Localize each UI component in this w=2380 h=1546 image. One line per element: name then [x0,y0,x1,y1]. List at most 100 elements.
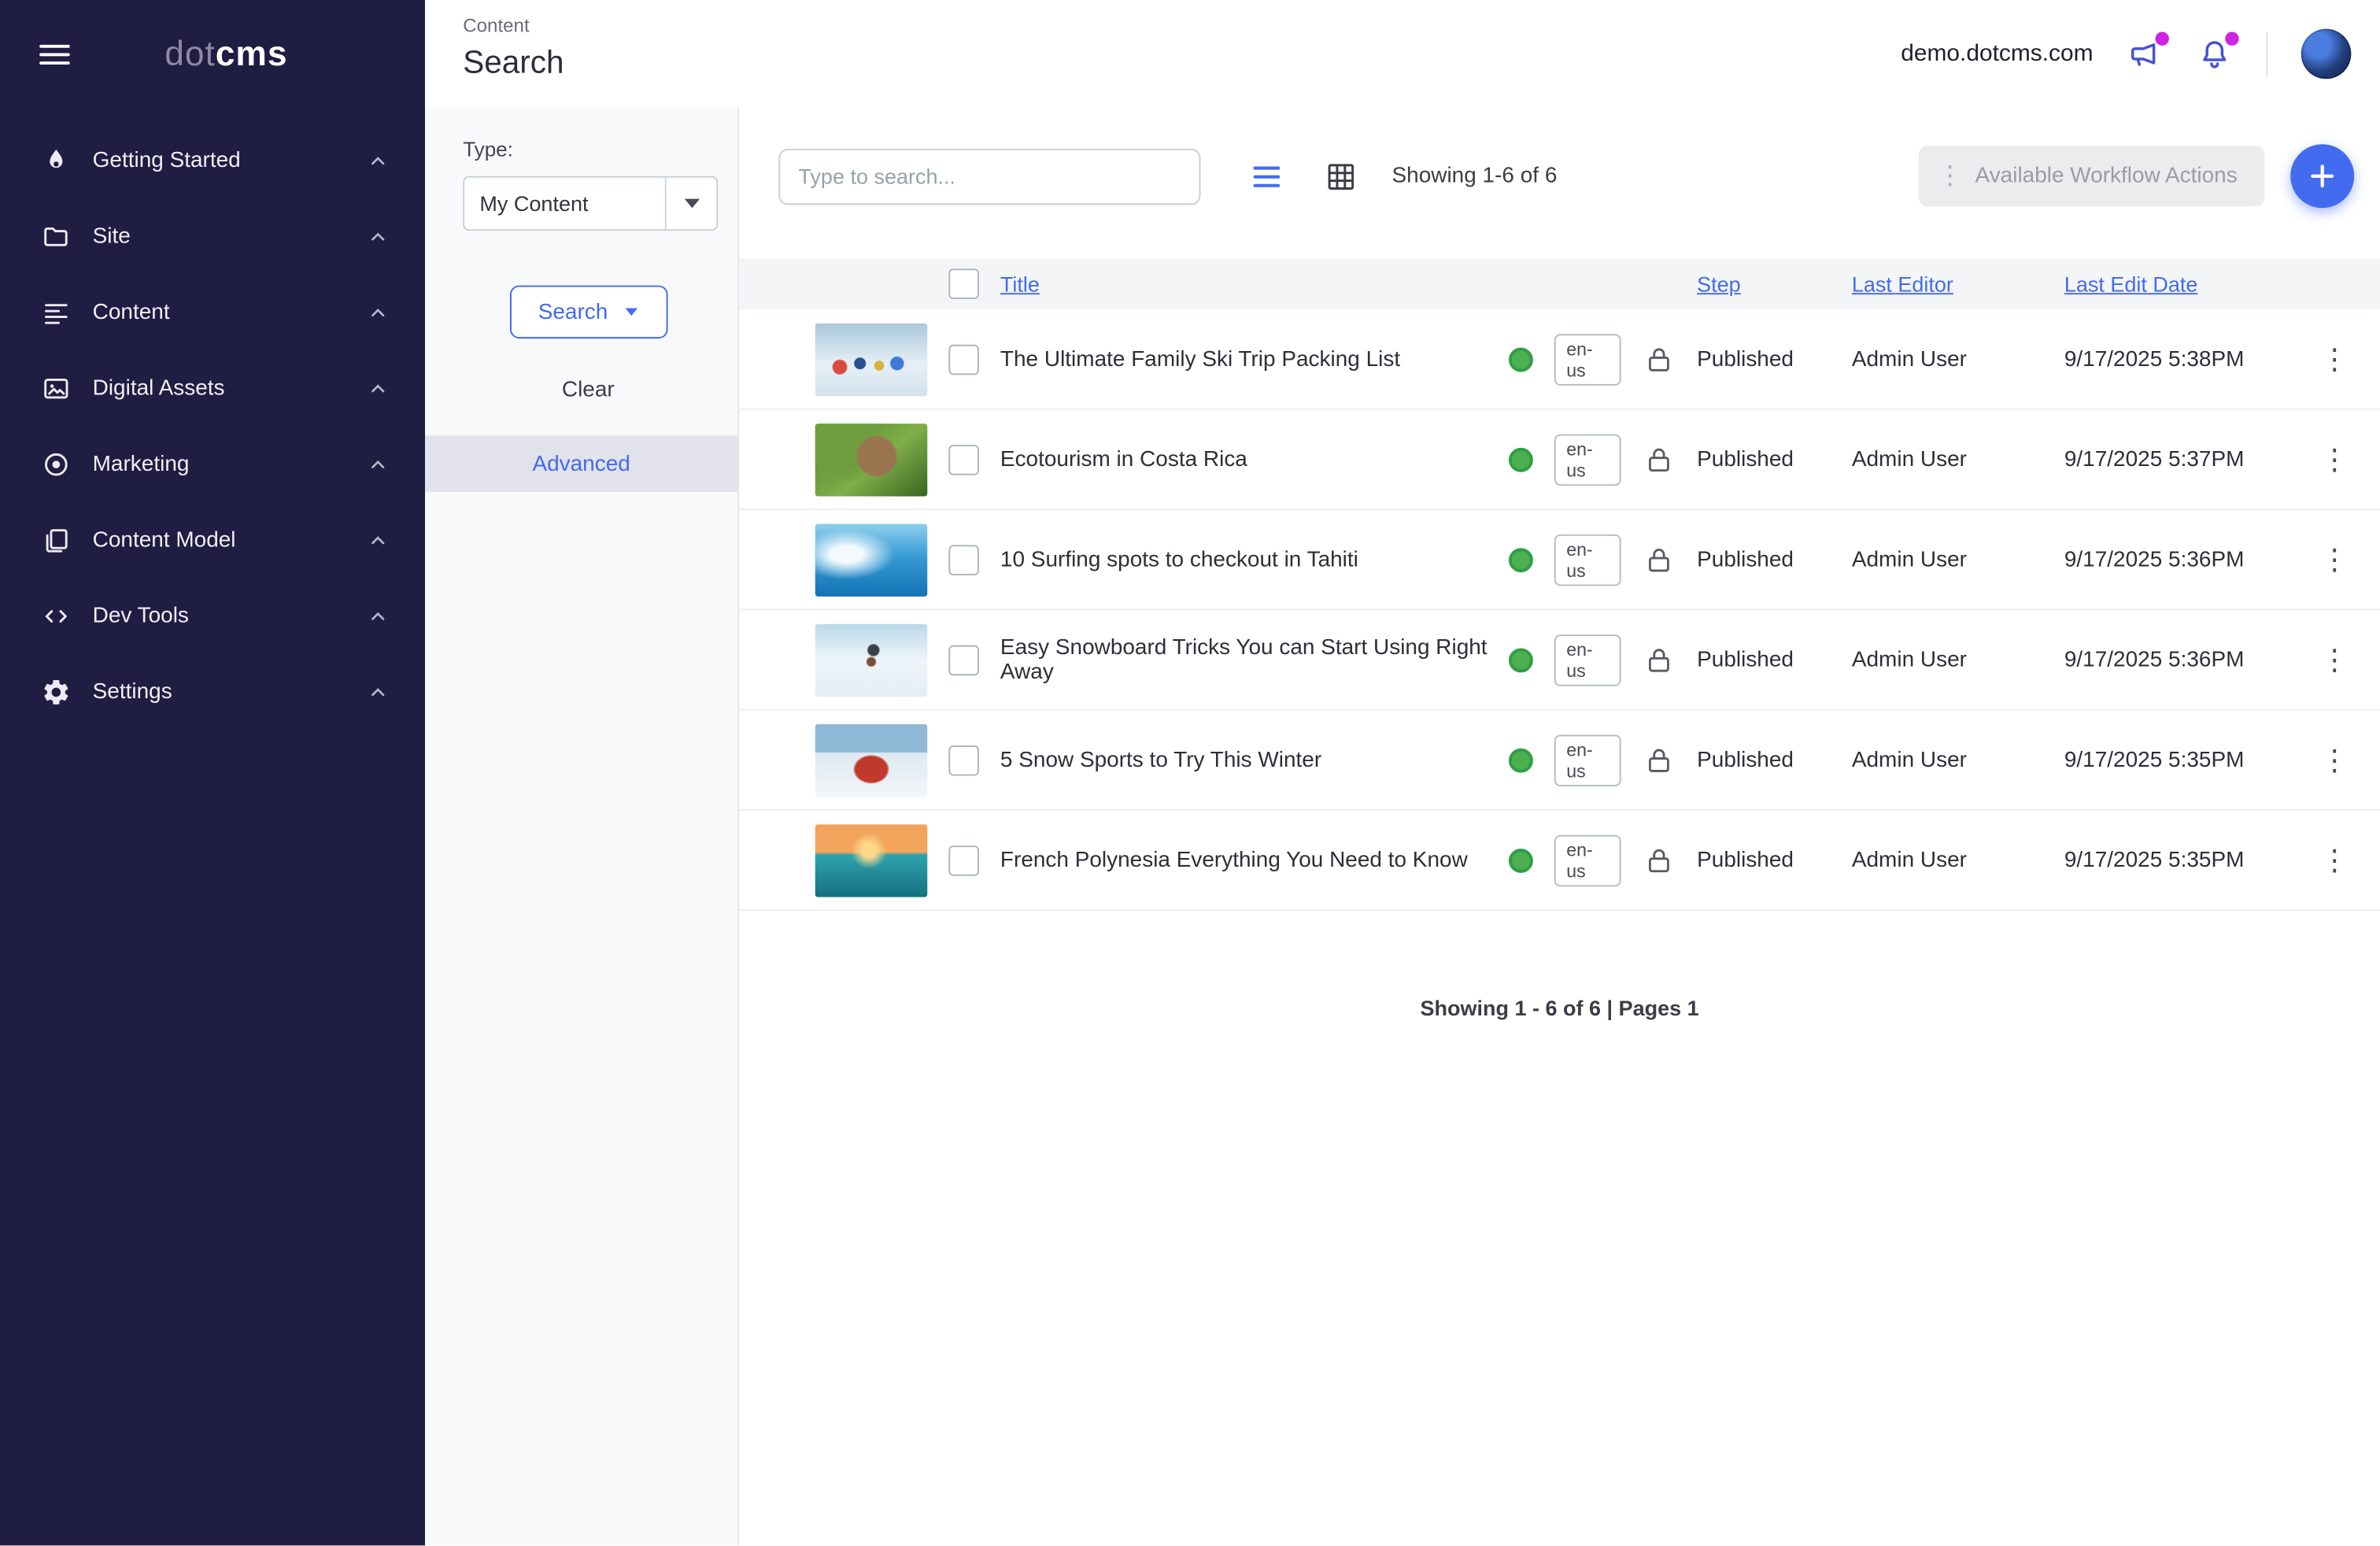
search-button-label: Search [538,300,608,324]
content-title[interactable]: The Ultimate Family Ski Trip Packing Lis… [1000,347,1488,372]
row-menu-icon[interactable]: ⋮ [2313,542,2356,575]
content-thumbnail[interactable] [815,723,928,797]
content-title[interactable]: 10 Surfing spots to checkout in Tahiti [1000,547,1488,571]
content-thumbnail[interactable] [815,323,928,396]
site-selector[interactable]: demo.dotcms.com [1901,40,2093,68]
announcements-icon[interactable] [2127,35,2163,72]
lock-icon [1643,542,1676,575]
row-menu-icon[interactable]: ⋮ [2313,643,2356,676]
chevron-up-icon [368,378,389,399]
chevron-up-icon [368,302,389,324]
row-menu-icon[interactable]: ⋮ [2313,342,2356,375]
row-checkbox[interactable] [948,444,979,475]
sidebar-item-label: Site [93,224,368,249]
row-menu-icon[interactable]: ⋮ [2313,442,2356,475]
chevron-up-icon [368,226,389,247]
content-title[interactable]: Ecotourism in Costa Rica [1000,447,1488,472]
page-title: Search [463,46,739,82]
app-window: dotcms Getting Started Site [0,0,2380,1545]
table-row[interactable]: Easy Snowboard Tricks You can Start Usin… [739,610,2380,710]
content-thumbnail[interactable] [815,423,928,496]
sidebar: dotcms Getting Started Site [0,0,425,1545]
logo-cms: cms [216,33,288,72]
sidebar-item-digital-assets[interactable]: Digital Assets [0,350,425,426]
search-button[interactable]: Search [509,286,667,338]
row-menu-icon[interactable]: ⋮ [2313,743,2356,776]
sidebar-item-marketing[interactable]: Marketing [0,427,425,502]
sidebar-item-site[interactable]: Site [0,199,425,275]
list-view-icon[interactable] [1249,159,1284,194]
content-thumbnail[interactable] [815,523,928,596]
column-header-last-editor[interactable]: Last Editor [1852,272,2043,296]
flame-icon [41,146,72,176]
row-checkbox[interactable] [948,845,979,875]
hamburger-menu-icon[interactable] [36,35,72,72]
sidebar-item-content-model[interactable]: Content Model [0,502,425,578]
bell-icon[interactable] [2197,35,2233,72]
row-checkbox[interactable] [948,645,979,675]
select-all-checkbox[interactable] [948,268,979,299]
results-toolbar: Showing 1-6 of 6 ⋮ Available Workflow Ac… [739,108,2380,208]
topbar: Content Search demo.dotcms.com [425,0,2380,108]
content-title[interactable]: Easy Snowboard Tricks You can Start Usin… [1000,635,1488,684]
results-count: Showing 1-6 of 6 [1391,164,1557,188]
notification-badge [2225,31,2238,45]
sidebar-item-label: Dev Tools [93,605,368,629]
search-input[interactable] [778,148,1200,204]
sidebar-header: dotcms [0,0,425,108]
status-dot [1509,447,1533,472]
clear-button[interactable]: Clear [463,378,713,402]
gear-icon [41,677,72,708]
topbar-actions: demo.dotcms.com [1901,29,2380,80]
sidebar-item-label: Digital Assets [93,376,368,401]
add-content-button[interactable] [2290,144,2354,208]
content-title[interactable]: French Polynesia Everything You Need to … [1000,848,1488,872]
status-dot [1509,748,1533,772]
column-header-step[interactable]: Step [1697,272,1831,296]
content-title[interactable]: 5 Snow Sports to Try This Winter [1000,748,1488,772]
step-cell: Published [1697,347,1831,372]
status-dot [1509,848,1533,872]
target-icon [41,449,72,480]
sidebar-item-label: Marketing [93,453,368,477]
sidebar-item-content[interactable]: Content [0,275,425,350]
table-row[interactable]: Ecotourism in Costa Rica en-us Published… [739,410,2380,510]
sidebar-nav: Getting Started Site Content [0,123,425,730]
chevron-up-icon [368,682,389,703]
advanced-button[interactable]: Advanced [425,435,737,491]
row-checkbox[interactable] [948,745,979,775]
table-row[interactable]: French Polynesia Everything You Need to … [739,811,2380,911]
grid-view-icon[interactable] [1324,159,1358,194]
workflow-actions-button[interactable]: ⋮ Available Workflow Actions [1919,146,2264,206]
copy-icon [41,525,72,556]
dotcms-logo: dotcms [73,33,389,74]
table-row[interactable]: The Ultimate Family Ski Trip Packing Lis… [739,309,2380,409]
column-header-last-edit-date[interactable]: Last Edit Date [2064,272,2292,296]
image-icon [41,373,72,404]
kebab-icon: ⋮ [1937,161,1963,191]
row-checkbox[interactable] [948,544,979,575]
table-row[interactable]: 10 Surfing spots to checkout in Tahiti e… [739,510,2380,610]
sidebar-item-getting-started[interactable]: Getting Started [0,123,425,198]
chevron-down-icon [626,308,638,316]
user-avatar[interactable] [2301,29,2352,80]
sidebar-item-settings[interactable]: Settings [0,654,425,730]
row-checkbox[interactable] [948,344,979,375]
row-menu-icon[interactable]: ⋮ [2313,843,2356,876]
sidebar-item-dev-tools[interactable]: Dev Tools [0,579,425,654]
content-type-dropdown[interactable]: My Content [463,176,718,231]
language-badge: en-us [1554,434,1621,486]
editor-cell: Admin User [1852,347,2043,372]
date-cell: 9/17/2025 5:35PM [2064,748,2292,772]
lock-icon [1643,743,1676,776]
language-badge: en-us [1554,834,1621,886]
table-row[interactable]: 5 Snow Sports to Try This Winter en-us P… [739,711,2380,811]
content-thumbnail[interactable] [815,823,928,897]
notification-badge [2156,31,2169,45]
table-header: Title Step Last Editor Last Edit Date [739,258,2380,310]
content-thumbnail[interactable] [815,623,928,697]
dropdown-trigger[interactable] [665,178,717,230]
breadcrumb-content: Content [463,15,739,36]
column-header-title[interactable]: Title [1000,272,1488,296]
status-dot [1509,648,1533,672]
